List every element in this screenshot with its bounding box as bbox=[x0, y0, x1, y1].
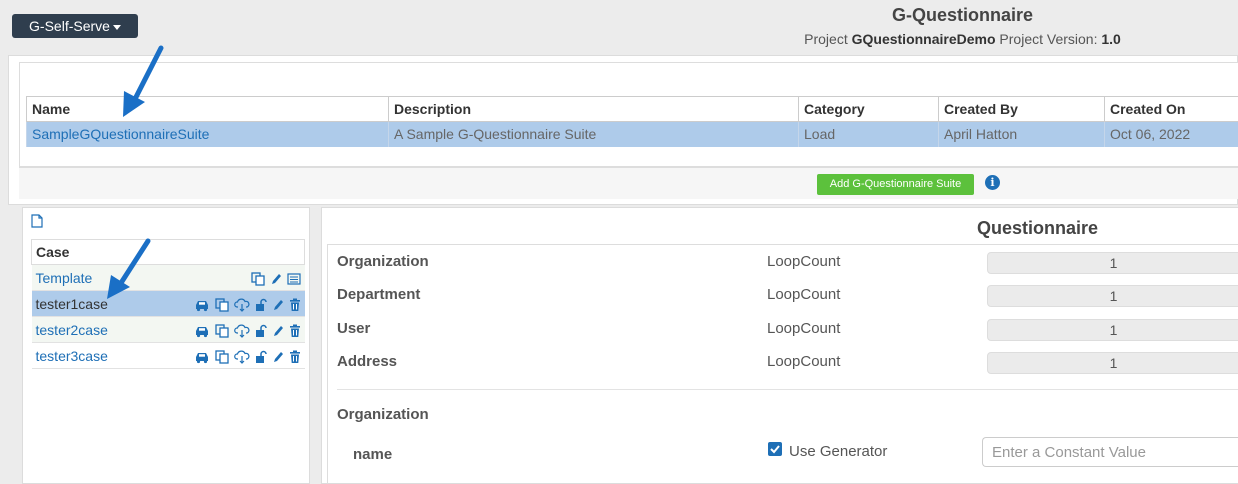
unlock-icon[interactable] bbox=[255, 324, 267, 338]
car-icon[interactable] bbox=[194, 298, 210, 312]
cloud-download-icon[interactable] bbox=[233, 324, 250, 338]
entity-row-address: Address LoopCount 1 bbox=[328, 348, 1238, 376]
entity-label: Address bbox=[337, 353, 398, 370]
section-title: Organization bbox=[337, 406, 429, 423]
copy-icon[interactable] bbox=[215, 349, 229, 364]
questionnaire-panel: Questionnaire Organization LoopCount 1 D… bbox=[321, 207, 1238, 484]
case-name[interactable]: tester2case bbox=[31, 316, 144, 343]
case-actions bbox=[143, 290, 305, 317]
project-name: GQuestionnaireDemo bbox=[851, 31, 996, 47]
unlock-icon[interactable] bbox=[255, 350, 267, 364]
caret-down-icon bbox=[112, 24, 121, 30]
suite-table-container: Name Description Category Created By Cre… bbox=[19, 62, 1238, 167]
copy-icon[interactable] bbox=[215, 323, 229, 338]
trash-icon[interactable] bbox=[289, 298, 301, 312]
edit-pencil-icon[interactable] bbox=[272, 324, 284, 338]
project-prefix: Project bbox=[804, 31, 848, 47]
trash-icon[interactable] bbox=[289, 350, 301, 364]
entity-label: User bbox=[337, 320, 371, 337]
self-serve-dropdown[interactable]: G-Self-Serve bbox=[12, 14, 138, 38]
entity-row-department: Department LoopCount 1 bbox=[328, 281, 1238, 309]
entity-type: LoopCount bbox=[767, 353, 841, 370]
list-view-icon[interactable] bbox=[286, 272, 301, 286]
unlock-icon[interactable] bbox=[255, 298, 267, 312]
col-header-category[interactable]: Category bbox=[798, 96, 939, 122]
case-row-tester1case[interactable]: tester1case bbox=[31, 290, 305, 317]
use-generator-checkbox[interactable] bbox=[768, 442, 782, 456]
copy-icon[interactable] bbox=[251, 271, 265, 286]
use-generator-label: Use Generator bbox=[789, 443, 888, 460]
section-divider bbox=[337, 389, 1238, 390]
project-info: Project GQuestionnaireDemo Project Versi… bbox=[700, 31, 1225, 47]
entity-type: LoopCount bbox=[767, 320, 841, 337]
entity-label: Department bbox=[337, 286, 421, 303]
entity-label: Organization bbox=[337, 253, 429, 270]
suite-actions-bar: Add G-Questionnaire Suite i bbox=[19, 167, 1238, 199]
cloud-download-icon[interactable] bbox=[233, 298, 250, 312]
trash-icon[interactable] bbox=[289, 324, 301, 338]
case-column-header: Case bbox=[31, 239, 305, 265]
col-header-created-on[interactable]: Created On bbox=[1104, 96, 1238, 122]
suite-table-header: Name Description Category Created By Cre… bbox=[26, 96, 1238, 122]
suite-description: A Sample G-Questionnaire Suite bbox=[388, 121, 799, 147]
loopcount-field[interactable]: 1 bbox=[987, 252, 1238, 274]
entity-row-user: User LoopCount 1 bbox=[328, 315, 1238, 343]
self-serve-dropdown-label: G-Self-Serve bbox=[29, 18, 110, 34]
annotation-arrow-icon bbox=[107, 238, 151, 299]
questionnaire-title: Questionnaire bbox=[977, 218, 1099, 238]
suite-category: Load bbox=[798, 121, 939, 147]
loopcount-field[interactable]: 1 bbox=[987, 285, 1238, 307]
suite-row[interactable]: SampleGQuestionnaireSuite A Sample G-Que… bbox=[26, 121, 1238, 147]
edit-pencil-icon[interactable] bbox=[270, 272, 282, 286]
version-label: Project Version: bbox=[999, 31, 1098, 47]
case-row-tester2case[interactable]: tester2case bbox=[31, 316, 305, 343]
loopcount-field[interactable]: 1 bbox=[987, 352, 1238, 374]
col-header-created-by[interactable]: Created By bbox=[938, 96, 1105, 122]
suite-name-link[interactable]: SampleGQuestionnaireSuite bbox=[26, 121, 389, 147]
annotation-arrow-icon bbox=[123, 45, 164, 117]
case-row-template[interactable]: Template bbox=[31, 264, 305, 291]
cloud-download-icon[interactable] bbox=[233, 350, 250, 364]
add-suite-button[interactable]: Add G-Questionnaire Suite bbox=[817, 174, 974, 195]
col-header-description[interactable]: Description bbox=[388, 96, 799, 122]
case-actions bbox=[143, 342, 305, 369]
constant-value-input[interactable] bbox=[982, 437, 1238, 467]
questionnaire-form: Organization LoopCount 1 Department Loop… bbox=[327, 244, 1238, 484]
app-title: G-Questionnaire bbox=[891, 5, 1034, 25]
new-document-icon[interactable] bbox=[31, 214, 43, 233]
case-row-tester3case[interactable]: tester3case bbox=[31, 342, 305, 369]
car-icon[interactable] bbox=[194, 324, 210, 338]
suite-created-by: April Hatton bbox=[938, 121, 1105, 147]
case-name[interactable]: tester3case bbox=[31, 342, 144, 369]
entity-type: LoopCount bbox=[767, 286, 841, 303]
edit-pencil-icon[interactable] bbox=[272, 298, 284, 312]
suite-created-on: Oct 06, 2022 bbox=[1104, 121, 1238, 147]
field-name-label: name bbox=[353, 446, 393, 463]
case-panel: Case Template tester1case tester2case te… bbox=[22, 207, 310, 484]
checkmark-icon bbox=[770, 445, 780, 454]
car-icon[interactable] bbox=[194, 350, 210, 364]
edit-pencil-icon[interactable] bbox=[272, 350, 284, 364]
entity-row-organization: Organization LoopCount 1 bbox=[328, 248, 1238, 276]
case-table: Case Template tester1case tester2case te… bbox=[31, 239, 305, 369]
case-actions bbox=[143, 264, 305, 291]
col-header-name[interactable]: Name bbox=[26, 96, 389, 122]
suite-table: Name Description Category Created By Cre… bbox=[26, 96, 1238, 147]
suite-panel: Name Description Category Created By Cre… bbox=[8, 55, 1238, 205]
case-actions bbox=[143, 316, 305, 343]
loopcount-field[interactable]: 1 bbox=[987, 319, 1238, 341]
info-icon[interactable]: i bbox=[985, 175, 1000, 190]
version-value: 1.0 bbox=[1101, 31, 1121, 47]
entity-type: LoopCount bbox=[767, 253, 841, 270]
copy-icon[interactable] bbox=[215, 297, 229, 312]
